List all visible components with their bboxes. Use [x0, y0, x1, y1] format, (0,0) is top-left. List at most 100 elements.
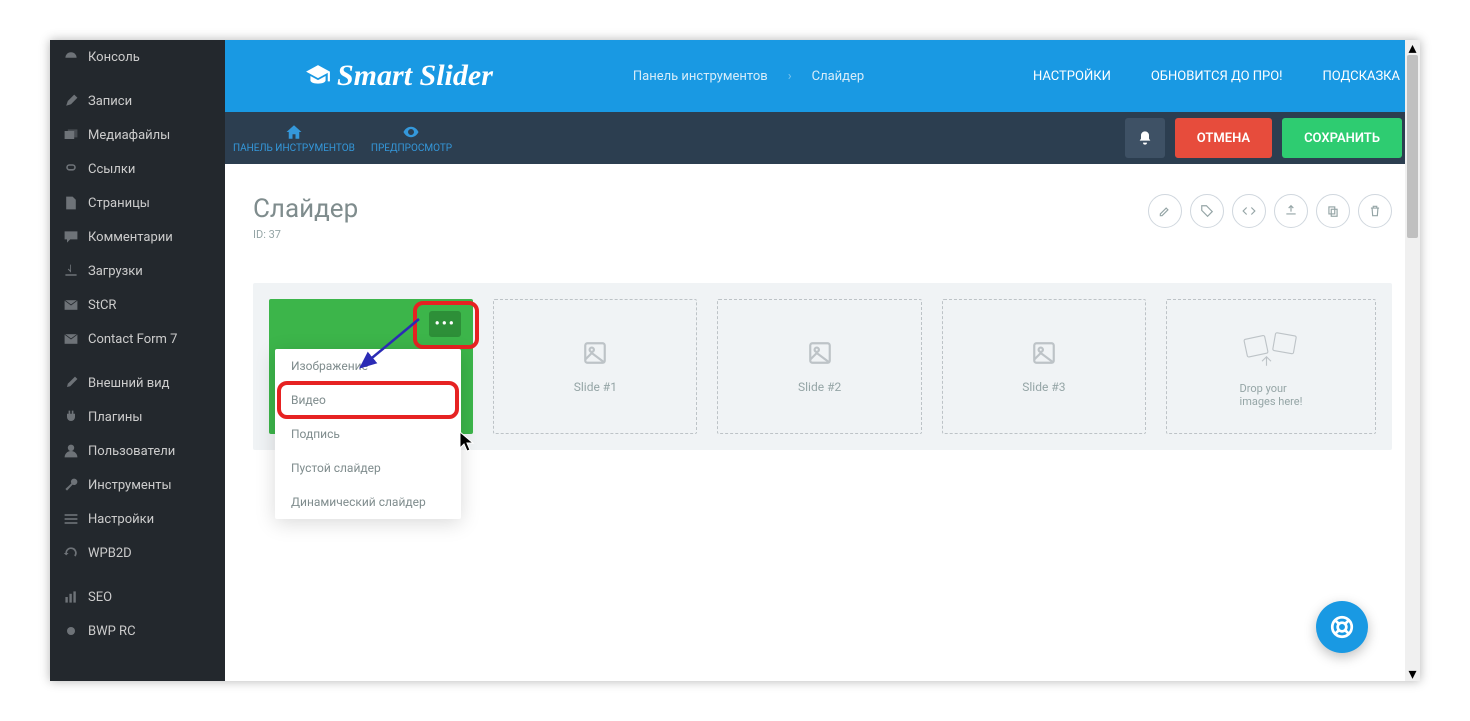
edit-button[interactable] [1148, 194, 1182, 228]
sync-icon [62, 544, 80, 562]
sidebar-item-label: Настройки [88, 512, 154, 527]
dropdown-item-image[interactable]: Изображение [275, 349, 461, 383]
delete-button[interactable] [1358, 194, 1392, 228]
sidebar-item-seo[interactable]: SEO [50, 580, 225, 614]
sidebar-item-appearance[interactable]: Внешний вид [50, 366, 225, 400]
image-icon [582, 340, 608, 366]
breadcrumb: Панель инструментов › Слайдер [633, 69, 864, 84]
breadcrumb-item[interactable]: Панель инструментов [633, 69, 768, 84]
tag-button[interactable] [1190, 194, 1224, 228]
sliders-icon [62, 510, 80, 528]
link-icon [62, 160, 80, 178]
dropdown-item-caption[interactable]: Подпись [275, 417, 461, 451]
export-button[interactable] [1274, 194, 1308, 228]
help-fab[interactable] [1316, 601, 1368, 653]
sidebar-item-media[interactable]: Медиафайлы [50, 118, 225, 152]
add-slide-card[interactable]: ••• Изображение Видео Подпись Пустой сла… [269, 299, 473, 434]
sidebar-item-label: Медиафайлы [88, 128, 170, 143]
slide-canvas: ••• Изображение Видео Подпись Пустой сла… [253, 283, 1392, 450]
slide-slot[interactable]: Slide #1 [493, 299, 697, 434]
sidebar-item-label: Contact Form 7 [88, 332, 177, 347]
code-icon [1242, 204, 1256, 218]
sidebar-item-plugins[interactable]: Плагины [50, 400, 225, 434]
save-button[interactable]: СОХРАНИТЬ [1282, 118, 1402, 158]
sidebar-item-wpb2d[interactable]: WPB2D [50, 536, 225, 570]
eye-icon [402, 123, 420, 141]
slide-slot[interactable]: Slide #3 [942, 299, 1146, 434]
sidebar-item-label: Записи [88, 94, 132, 109]
sidebar-item-label: StCR [88, 298, 116, 313]
slide-slot[interactable]: Slide #2 [717, 299, 921, 434]
sidebar-item-users[interactable]: Пользователи [50, 434, 225, 468]
sidebar-item-label: Комментарии [88, 230, 173, 245]
sidebar-item-label: Загрузки [88, 264, 143, 279]
vertical-scrollbar[interactable]: ▴ ▾ [1405, 40, 1420, 681]
scroll-up-button[interactable]: ▴ [1405, 40, 1420, 55]
duplicate-button[interactable] [1316, 194, 1350, 228]
sidebar-item-comments[interactable]: Комментарии [50, 220, 225, 254]
code-button[interactable] [1232, 194, 1266, 228]
toolbar-home-button[interactable]: ПАНЕЛЬ ИНСТРУМЕНТОВ [225, 112, 363, 164]
chevron-right-icon: › [788, 69, 792, 84]
sidebar-item-tools[interactable]: Инструменты [50, 468, 225, 502]
chart-icon [62, 588, 80, 606]
sidebar-item-label: Консоль [88, 50, 140, 65]
dot-icon [62, 622, 80, 640]
cancel-button[interactable]: ОТМЕНА [1175, 118, 1272, 158]
dropdown-item-empty[interactable]: Пустой слайдер [275, 451, 461, 485]
mail-icon [62, 330, 80, 348]
top-link-settings[interactable]: НАСТРОЙКИ [1033, 69, 1111, 84]
media-icon [62, 126, 80, 144]
slot-label: Slide #3 [1022, 380, 1065, 394]
toolbar-label: ПРЕДПРОСМОТР [371, 143, 452, 154]
sidebar-item-cf7[interactable]: Contact Form 7 [50, 322, 225, 356]
top-link-upgrade[interactable]: ОБНОВИТСЯ ДО ПРО! [1151, 69, 1283, 84]
user-icon [62, 442, 80, 460]
wrench-icon [62, 476, 80, 494]
scroll-down-button[interactable]: ▾ [1405, 666, 1420, 681]
lifebuoy-icon [1329, 614, 1355, 640]
sidebar-item-links[interactable]: Ссылки [50, 152, 225, 186]
annotation-highlight [413, 301, 479, 349]
add-slide-dropdown: Изображение Видео Подпись Пустой слайдер… [275, 349, 461, 519]
scroll-thumb[interactable] [1407, 55, 1418, 238]
download-icon [62, 262, 80, 280]
mail-icon [62, 296, 80, 314]
mouse-cursor-icon [459, 431, 475, 453]
logo-text: Smart Slider [337, 59, 493, 93]
notifications-button[interactable] [1125, 118, 1165, 158]
top-link-hint[interactable]: ПОДСКАЗКА [1323, 69, 1400, 84]
dropdown-item-video[interactable]: Видео [275, 383, 461, 417]
breadcrumb-item[interactable]: Слайдер [812, 69, 865, 84]
dropzone-text: Drop your [1240, 382, 1287, 395]
toolbar-preview-button[interactable]: ПРЕДПРОСМОТР [363, 112, 460, 164]
sidebar-item-label: WPB2D [88, 546, 132, 561]
page-title: Слайдер [253, 194, 358, 224]
sidebar-item-stcr[interactable]: StCR [50, 288, 225, 322]
sidebar-item-dashboard[interactable]: Консоль [50, 40, 225, 74]
sidebar-item-downloads[interactable]: Загрузки [50, 254, 225, 288]
image-icon [807, 340, 833, 366]
sidebar-item-label: Плагины [88, 410, 142, 425]
drop-images-zone[interactable]: Drop yourimages here! [1166, 299, 1376, 434]
dropdown-item-dynamic[interactable]: Динамический слайдер [275, 485, 461, 519]
page-id: ID: 37 [253, 228, 358, 241]
annotation-highlight [277, 381, 459, 419]
home-icon [285, 123, 303, 141]
plug-icon [62, 408, 80, 426]
toolbar-label: ПАНЕЛЬ ИНСТРУМЕНТОВ [233, 143, 355, 154]
sidebar-item-label: BWP RC [88, 624, 136, 639]
pencil-icon [1158, 204, 1172, 218]
sidebar-item-label: Ссылки [88, 162, 135, 177]
sidebar-item-posts[interactable]: Записи [50, 84, 225, 118]
comment-icon [62, 228, 80, 246]
sidebar-item-bwprc[interactable]: BWP RC [50, 614, 225, 648]
toolbar: ПАНЕЛЬ ИНСТРУМЕНТОВ ПРЕДПРОСМОТР ОТМЕНА … [225, 112, 1420, 164]
sidebar-item-label: Инструменты [88, 478, 172, 493]
scroll-track[interactable] [1405, 55, 1420, 666]
slot-label: Slide #2 [798, 380, 841, 394]
page-icon [62, 194, 80, 212]
image-icon [1031, 340, 1057, 366]
sidebar-item-settings[interactable]: Настройки [50, 502, 225, 536]
sidebar-item-pages[interactable]: Страницы [50, 186, 225, 220]
